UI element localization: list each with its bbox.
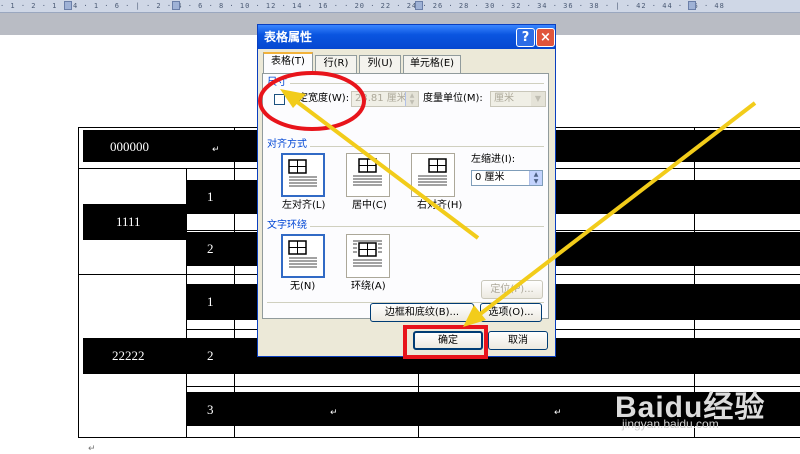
table-properties-dialog[interactable]: 表格属性 ? × 表格(T) 行(R) 列(U) 单元格(E) 尺寸 指定宽度(… [257,24,556,357]
wrap-none-label: 无(N) [290,281,316,292]
align-left-icon [288,159,317,187]
cancel-button[interactable]: 取消 [488,331,548,350]
width-field[interactable]: 23.81 厘米 ▲ ▼ [351,91,419,107]
align-left-label: 左对齐(L) [282,200,326,211]
chevron-down-icon: ▼ [531,92,545,106]
wrap-around-label: 环绕(A) [351,281,386,292]
ok-button[interactable]: 确定 [413,331,483,350]
row-label: 22222 [112,348,145,363]
align-right-label: 右对齐(H) [417,200,463,211]
align-right-icon [418,158,447,186]
sub-number: 2 [207,241,214,256]
tab-panel: 尺寸 指定宽度(W): 23.81 厘米 ▲ ▼ 度量单位(M): 厘米 ▼ 对齐… [262,73,549,319]
wrap-none-option[interactable] [281,234,325,278]
specify-width-label: 指定宽度(W): [288,93,350,104]
align-center-icon [353,158,382,186]
tab-row[interactable]: 行(R) [315,55,357,73]
specify-width-checkbox[interactable] [274,94,285,105]
borders-shading-button[interactable]: 边框和底纹(B)... [370,303,474,322]
row-label: 1111 [116,214,141,229]
wrap-none-icon [288,240,317,268]
align-center-option[interactable] [346,153,390,197]
spinner-icon[interactable]: ▲ ▼ [529,171,542,185]
align-center-label: 居中(C) [352,200,387,211]
align-left-option[interactable] [281,153,325,197]
options-button[interactable]: 选项(O)... [480,303,542,322]
measure-unit-select[interactable]: 厘米 ▼ [490,91,546,107]
spinner-icon: ▲ ▼ [405,92,418,106]
tab-column[interactable]: 列(U) [359,55,401,73]
ruler-ticks: · 1 · 2 · 1 · 4 · 1 · 6 · | · 2 · 4 · 6 … [0,2,725,10]
alignment-section-label: 对齐方式 [267,139,310,151]
watermark-url: jingyan.baidu.com [622,417,719,431]
close-button[interactable]: × [536,28,555,47]
indent-field[interactable]: 0 厘米 ▲ ▼ [471,170,543,186]
indent-value: 0 厘米 [475,172,505,183]
align-right-option[interactable] [411,153,455,197]
size-section-label: 尺寸 [267,77,290,89]
wrap-section-label: 文字环绕 [267,220,310,232]
dialog-title: 表格属性 [264,30,313,44]
dialog-titlebar[interactable]: 表格属性 ? × [258,25,555,49]
sub-number: 1 [207,189,214,204]
tab-table[interactable]: 表格(T) [263,52,313,74]
wrap-around-option[interactable] [346,234,390,278]
sub-number: 3 [207,402,214,417]
sub-number: 2 [207,348,214,363]
paragraph-mark: ↵ [330,408,338,418]
measure-unit-value: 厘米 [494,93,514,104]
horizontal-ruler[interactable]: · 1 · 2 · 1 · 4 · 1 · 6 · | · 2 · 4 · 6 … [0,0,800,13]
wrap-around-icon [353,240,382,267]
paragraph-mark: ↵ [88,444,96,454]
width-value: 23.81 厘米 [355,93,407,104]
measure-unit-label: 度量单位(M): [423,93,483,104]
position-button[interactable]: 定位(P)... [481,280,543,299]
sub-number: 1 [207,294,214,309]
row-label: 000000 [110,139,149,154]
indent-label: 左缩进(I): [471,154,516,165]
tab-cell[interactable]: 单元格(E) [403,55,461,73]
paragraph-mark: ↵ [212,145,220,155]
paragraph-mark: ↵ [554,408,562,418]
help-button[interactable]: ? [516,28,535,47]
